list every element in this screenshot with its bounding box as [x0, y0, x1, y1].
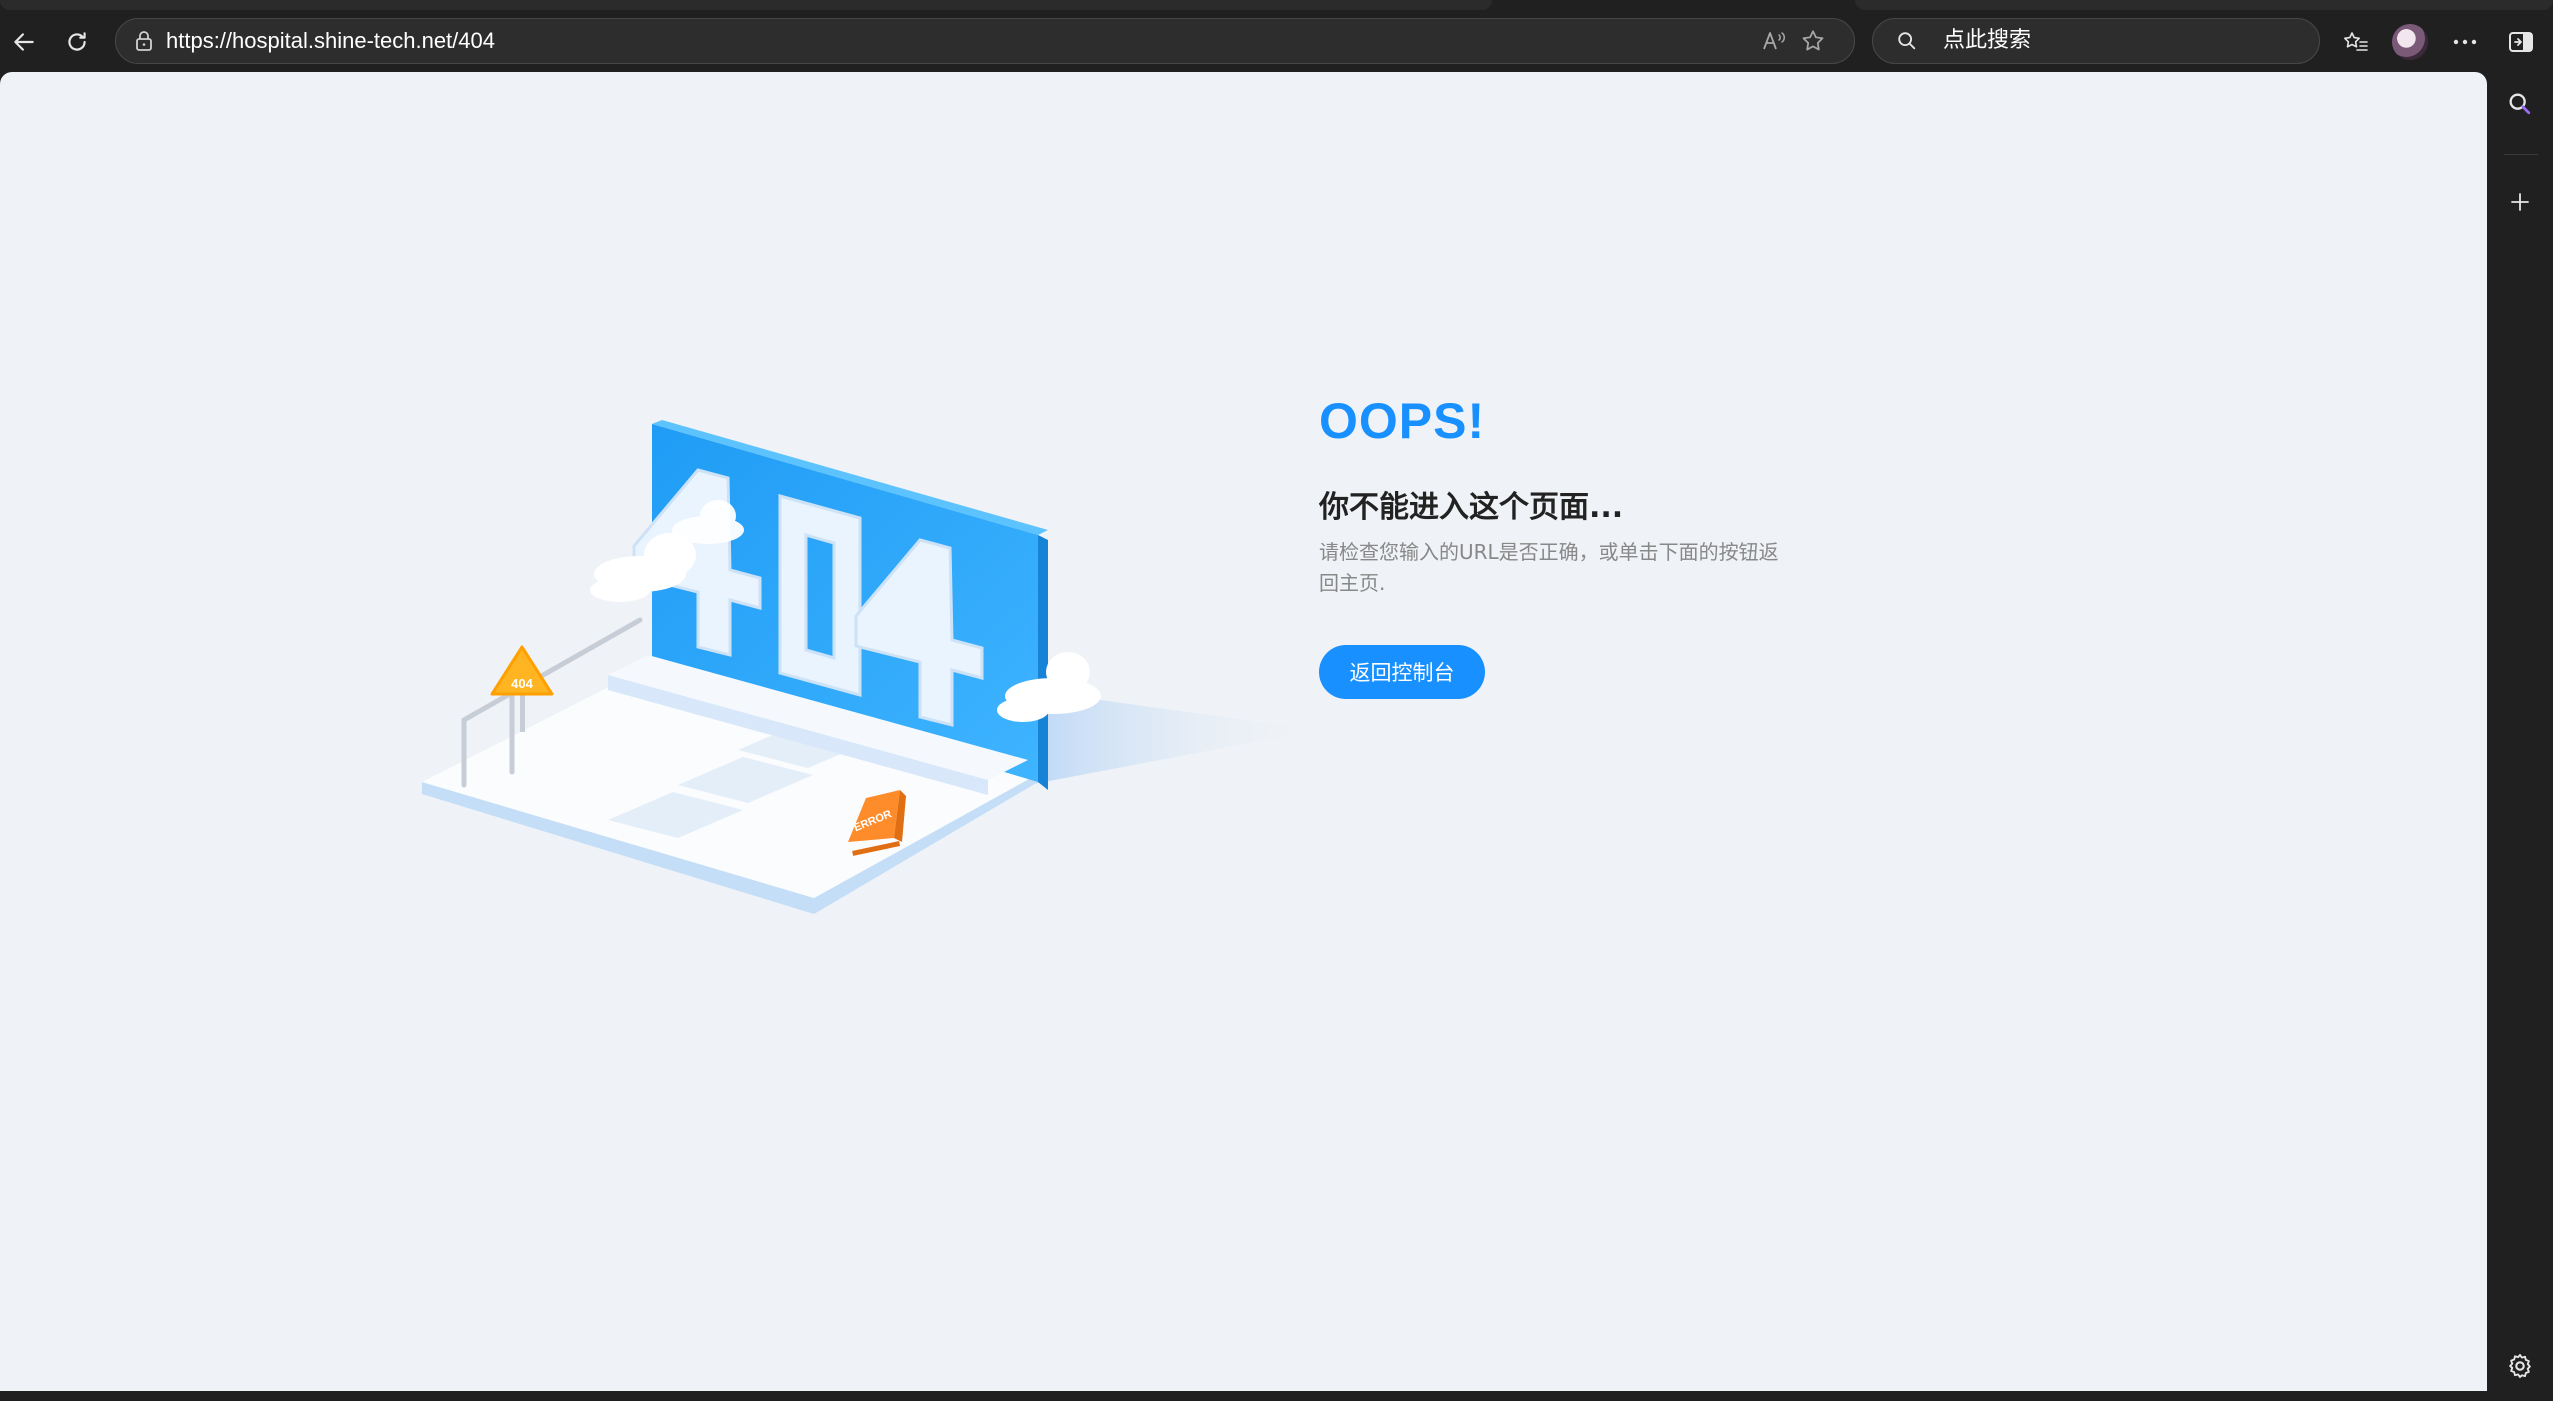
- address-url[interactable]: https://hospital.shine-tech.net/404: [166, 19, 495, 63]
- page-info-text: 请检查您输入的URL是否正确，或单击下面的按钮返回主页.: [1319, 540, 1779, 595]
- 404-illustration: 404 ERROR: [422, 420, 1318, 914]
- gear-icon: [2509, 1353, 2531, 1379]
- sidebar-toggle-icon: [2509, 32, 2533, 52]
- more-dots-icon: [2453, 39, 2477, 45]
- refresh-button[interactable]: [53, 18, 101, 66]
- lock-icon[interactable]: [128, 19, 160, 63]
- page-headline: 你不能进入这个页面...: [1319, 490, 1624, 525]
- read-aloud-icon[interactable]: [1752, 19, 1796, 63]
- more-menu-button[interactable]: [2441, 18, 2489, 66]
- search-placeholder[interactable]: 点此搜索: [1943, 19, 2031, 63]
- board-side: [1038, 535, 1048, 790]
- search-icon: [2509, 93, 2531, 115]
- plus-icon: [2511, 193, 2529, 211]
- tab-strip: [0, 0, 2553, 14]
- browser-sidebar: [2488, 70, 2553, 1401]
- back-to-console-button[interactable]: 返回控制台: [1319, 645, 1485, 699]
- bottom-border: [0, 1391, 2487, 1401]
- warning-sign-label: 404: [511, 676, 533, 691]
- refresh-icon: [68, 32, 86, 51]
- favorites-button[interactable]: [2332, 18, 2380, 66]
- sidebar-settings-button[interactable]: [2496, 1342, 2544, 1390]
- sidebar-add-button[interactable]: [2496, 178, 2544, 226]
- search-icon: [1891, 19, 1923, 63]
- back-arrow-icon: [14, 33, 34, 51]
- tab-strip-segment[interactable]: [0, 0, 1492, 10]
- oops-title: OOPS!: [1319, 393, 1486, 449]
- sidebar-search-button[interactable]: [2496, 80, 2544, 128]
- tab-strip-segment[interactable]: [1855, 0, 2553, 10]
- profile-avatar[interactable]: [2392, 24, 2428, 60]
- favorite-star-icon[interactable]: [1791, 19, 1835, 63]
- sidebar-divider: [2504, 154, 2538, 155]
- page-content: 404 ERROR OOPS! 你不能进入这个页面... 请检查您输入的URL是…: [0, 72, 2487, 1391]
- sidebar-toggle-button[interactable]: [2497, 18, 2545, 66]
- address-bar[interactable]: https://hospital.shine-tech.net/404: [115, 18, 1855, 64]
- back-button[interactable]: [0, 18, 48, 66]
- favorites-list-icon: [2344, 32, 2368, 51]
- browser-toolbar: https://hospital.shine-tech.net/404 点此搜索: [0, 14, 2553, 70]
- warning-sign: 404: [490, 645, 554, 732]
- search-box[interactable]: 点此搜索: [1872, 18, 2320, 64]
